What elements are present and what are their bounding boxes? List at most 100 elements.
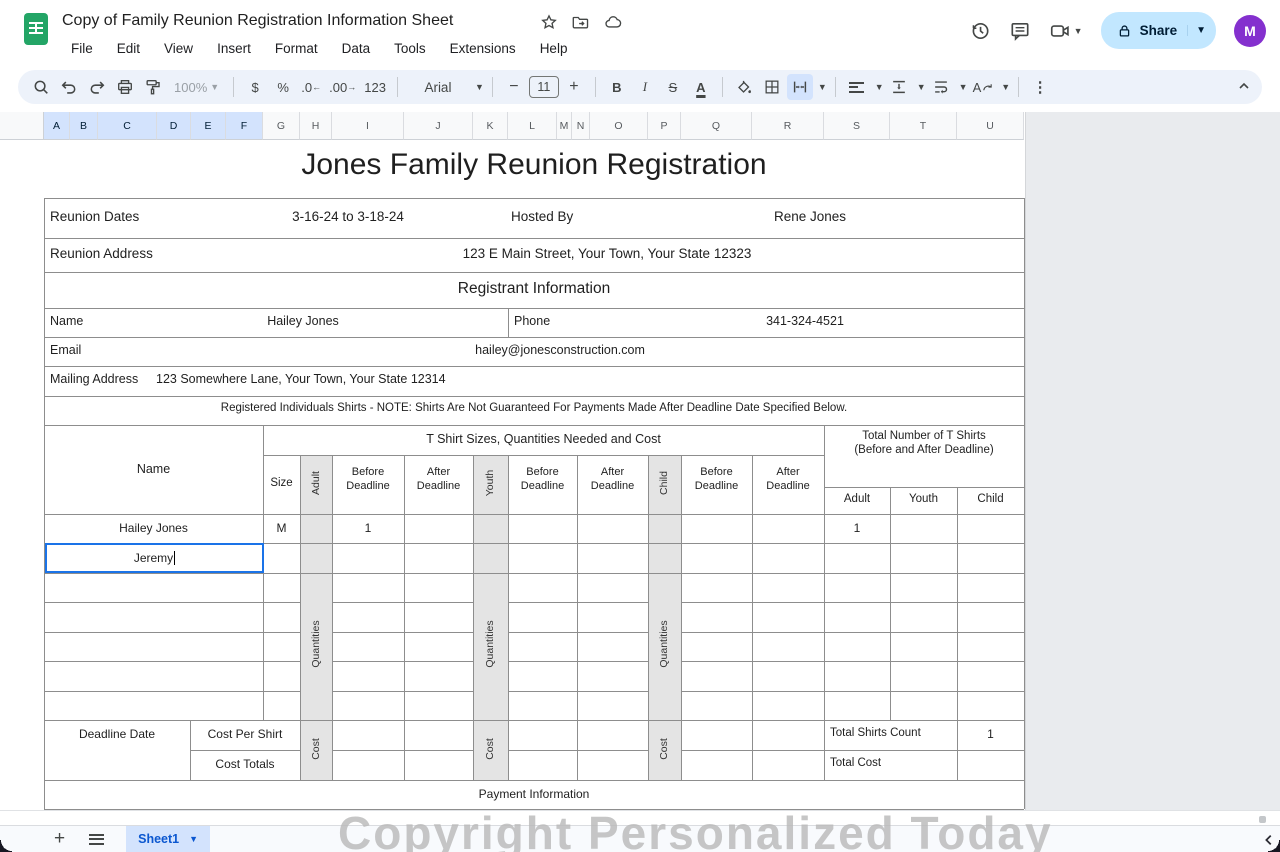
- quantities-vertical-label-adult[interactable]: Quantities: [310, 584, 322, 704]
- cell-name-label[interactable]: Name: [50, 314, 83, 328]
- cell-tshirt-header[interactable]: T Shirt Sizes, Quantities Needed and Cos…: [263, 432, 824, 446]
- more-toolbar-icon[interactable]: ⋮: [1027, 74, 1053, 100]
- text-wrap-dropdown-icon[interactable]: ▼: [959, 82, 968, 92]
- all-sheets-icon[interactable]: [89, 831, 104, 847]
- zoom-control[interactable]: 100%▼: [168, 74, 225, 100]
- bold-button[interactable]: B: [604, 74, 630, 100]
- column-header-P[interactable]: P: [648, 112, 681, 140]
- menu-extensions[interactable]: Extensions: [443, 39, 523, 58]
- comments-icon[interactable]: [1009, 20, 1031, 42]
- add-sheet-button[interactable]: +: [54, 828, 65, 850]
- vertical-align-button[interactable]: [886, 74, 912, 100]
- merge-cells-button[interactable]: [787, 74, 813, 100]
- column-header-J[interactable]: J: [404, 112, 473, 140]
- cell-cost-per-shirt-label[interactable]: Cost Per Shirt: [190, 727, 300, 741]
- cell-before-deadline-3[interactable]: BeforeDeadline: [681, 466, 752, 493]
- column-header-E[interactable]: E: [191, 112, 226, 140]
- quantities-vertical-label-child[interactable]: Quantities: [658, 584, 670, 704]
- format-percent-button[interactable]: %: [270, 74, 296, 100]
- star-icon[interactable]: [540, 13, 558, 31]
- menu-file[interactable]: File: [64, 39, 100, 58]
- sheets-logo-icon[interactable]: [24, 13, 48, 45]
- column-header-L[interactable]: L: [508, 112, 557, 140]
- cell-cost-totals-label[interactable]: Cost Totals: [190, 757, 300, 771]
- cell-before-deadline-2[interactable]: BeforeDeadline: [508, 466, 577, 493]
- text-wrap-button[interactable]: [928, 74, 954, 100]
- document-title[interactable]: Copy of Family Reunion Registration Info…: [62, 12, 453, 30]
- strikethrough-button[interactable]: S: [660, 74, 686, 100]
- font-size-input[interactable]: 11: [529, 76, 559, 98]
- cell-sheet-title[interactable]: Jones Family Reunion Registration: [44, 148, 1024, 182]
- hide-menus-icon[interactable]: [1236, 78, 1252, 94]
- column-header-S[interactable]: S: [824, 112, 890, 140]
- youth-vertical-label[interactable]: Youth: [484, 423, 496, 543]
- cell-row12-total-adult[interactable]: 1: [824, 521, 890, 535]
- text-rotation-button[interactable]: A: [970, 74, 997, 100]
- adult-vertical-label[interactable]: Adult: [310, 423, 322, 543]
- cell-hosted-by-label[interactable]: Hosted By: [511, 209, 573, 224]
- column-header-F[interactable]: F: [226, 112, 263, 140]
- menu-format[interactable]: Format: [268, 39, 325, 58]
- merge-dropdown-icon[interactable]: ▼: [818, 82, 827, 92]
- column-header-M[interactable]: M: [557, 112, 572, 140]
- column-header-R[interactable]: R: [752, 112, 824, 140]
- font-family-select[interactable]: Arial: [406, 74, 470, 100]
- fill-color-button[interactable]: [731, 74, 757, 100]
- quantities-vertical-label-youth[interactable]: Quantities: [484, 584, 496, 704]
- meet-dropdown-icon[interactable]: ▼: [1074, 26, 1083, 36]
- menu-edit[interactable]: Edit: [110, 39, 147, 58]
- search-icon[interactable]: [28, 74, 54, 100]
- meet-camera-button[interactable]: ▼: [1049, 20, 1083, 42]
- text-color-button[interactable]: A: [688, 74, 714, 100]
- cell-reunion-dates-label[interactable]: Reunion Dates: [50, 209, 139, 224]
- cell-registrant-info-header[interactable]: Registrant Information: [44, 280, 1024, 298]
- share-button[interactable]: Share ▼: [1101, 12, 1216, 49]
- cell-total-cost-label[interactable]: Total Cost: [830, 757, 881, 769]
- cell-total-child-header[interactable]: Child: [957, 493, 1024, 505]
- cloud-status-icon[interactable]: [603, 13, 623, 31]
- increase-font-size-button[interactable]: +: [561, 74, 587, 100]
- cell-payment-info-header[interactable]: Payment Information: [44, 787, 1024, 801]
- column-header-A[interactable]: A: [44, 112, 70, 140]
- cell-after-deadline-2[interactable]: AfterDeadline: [577, 466, 648, 493]
- menu-data[interactable]: Data: [335, 39, 378, 58]
- cell-email-value[interactable]: hailey@jonesconstruction.com: [410, 343, 710, 357]
- cell-before-deadline-1[interactable]: BeforeDeadline: [332, 466, 404, 493]
- column-header-G[interactable]: G: [263, 112, 300, 140]
- column-header-O[interactable]: O: [590, 112, 648, 140]
- cell-email-label[interactable]: Email: [50, 343, 81, 357]
- column-header-K[interactable]: K: [473, 112, 508, 140]
- cell-mailing-label[interactable]: Mailing Address: [50, 372, 138, 386]
- cell-shirts-note[interactable]: Registered Individuals Shirts - NOTE: Sh…: [44, 402, 1024, 414]
- font-family-dropdown-icon[interactable]: ▼: [475, 82, 484, 92]
- avatar[interactable]: M: [1234, 15, 1266, 47]
- column-header-Q[interactable]: Q: [681, 112, 752, 140]
- number-format-button[interactable]: 123: [361, 74, 389, 100]
- cell-row12-size[interactable]: M: [263, 521, 300, 535]
- select-all-corner[interactable]: [0, 112, 44, 140]
- cell-total-shirts-count-label[interactable]: Total Shirts Count: [830, 727, 921, 739]
- menu-help[interactable]: Help: [533, 39, 575, 58]
- menu-insert[interactable]: Insert: [210, 39, 258, 58]
- cell-deadline-date-label[interactable]: Deadline Date: [44, 727, 190, 741]
- move-folder-icon[interactable]: [571, 13, 590, 31]
- column-header-U[interactable]: U: [957, 112, 1024, 140]
- decrease-font-size-button[interactable]: −: [501, 74, 527, 100]
- cell-mailing-value[interactable]: 123 Somewhere Lane, Your Town, Your Stat…: [156, 372, 446, 386]
- cell-name-value[interactable]: Hailey Jones: [203, 314, 403, 328]
- text-rotation-dropdown-icon[interactable]: ▼: [1001, 82, 1010, 92]
- column-header-C[interactable]: C: [98, 112, 157, 140]
- undo-button[interactable]: [56, 74, 82, 100]
- cell-total-shirts-count-value[interactable]: 1: [957, 727, 1024, 741]
- share-dropdown-icon[interactable]: ▼: [1187, 25, 1206, 36]
- sheet-tab-dropdown-icon[interactable]: ▼: [189, 834, 198, 844]
- horizontal-align-dropdown-icon[interactable]: ▼: [875, 82, 884, 92]
- menu-tools[interactable]: Tools: [387, 39, 433, 58]
- version-history-icon[interactable]: [969, 20, 991, 42]
- active-cell-editor[interactable]: Jeremy: [45, 543, 264, 573]
- increase-decimal-button[interactable]: .00→: [326, 74, 359, 100]
- paint-format-button[interactable]: [140, 74, 166, 100]
- sheet-canvas[interactable]: Jones Family Reunion Registration Reunio…: [0, 140, 1025, 810]
- column-header-H[interactable]: H: [300, 112, 332, 140]
- italic-button[interactable]: I: [632, 74, 658, 100]
